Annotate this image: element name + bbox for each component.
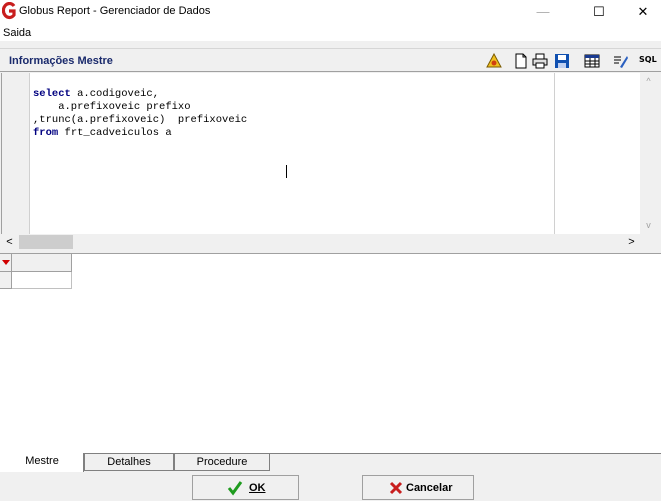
keyword: select xyxy=(33,88,71,100)
sql-code[interactable]: select a.codigoveic, a.prefixoveic prefi… xyxy=(33,75,247,140)
close-button[interactable]: ✕ xyxy=(620,0,661,24)
title-bar: Globus Report - Gerenciador de Dados — ☐… xyxy=(0,0,661,24)
ok-label: OK xyxy=(249,482,266,494)
keyword: from xyxy=(33,127,59,139)
scroll-right-icon[interactable]: > xyxy=(623,234,640,251)
run-query-icon[interactable] xyxy=(486,53,502,69)
check-icon xyxy=(227,481,243,496)
editor-side-panel xyxy=(554,73,640,234)
code-line-3: ,trunc(a.prefixoveic) prefixoveic xyxy=(33,114,247,127)
tab-mestre[interactable]: Mestre xyxy=(0,453,84,472)
sql-icon[interactable]: SQL xyxy=(639,55,659,71)
scroll-left-icon[interactable]: < xyxy=(1,234,18,251)
maximize-button[interactable]: ☐ xyxy=(576,0,622,24)
cancel-button[interactable]: Cancelar xyxy=(362,475,474,500)
print-icon[interactable] xyxy=(532,53,548,69)
text-cursor xyxy=(286,165,287,178)
panel-header: Informações Mestre SQL xyxy=(0,48,661,72)
bottom-tabs: Mestre Detalhes Procedure xyxy=(0,453,661,472)
cancel-label: Cancelar xyxy=(406,482,453,494)
ok-button[interactable]: OK xyxy=(192,475,299,500)
save-icon[interactable] xyxy=(554,53,570,69)
tab-detalhes[interactable]: Detalhes xyxy=(84,454,174,471)
code-line-2: a.prefixoveic prefixo xyxy=(33,101,247,114)
code-text: ,trunc(a.prefixoveic) prefixoveic xyxy=(33,114,248,126)
code-text: a.codigoveic, xyxy=(70,88,160,100)
window-title: Globus Report - Gerenciador de Dados xyxy=(19,5,211,17)
minimize-button[interactable]: — xyxy=(520,0,566,24)
code-line-1: select a.codigoveic, xyxy=(33,88,247,101)
grid-row-indicator[interactable] xyxy=(0,272,12,289)
horizontal-scrollbar[interactable]: < > xyxy=(1,234,640,251)
scroll-up-icon[interactable]: ^ xyxy=(640,73,657,90)
code-line-4: from frt_cadveiculos a xyxy=(33,127,247,140)
editor-gutter xyxy=(2,73,30,234)
grid-column-header[interactable] xyxy=(12,254,72,272)
grid-view-icon[interactable] xyxy=(584,53,600,69)
vertical-scrollbar[interactable]: ^ v xyxy=(640,73,657,234)
sort-indicator-icon xyxy=(2,260,10,265)
grid-indicator-header[interactable] xyxy=(0,254,12,272)
menu-item-saida[interactable]: Saida xyxy=(3,27,31,39)
panel-title: Informações Mestre xyxy=(9,55,113,67)
code-text: a.prefixoveic prefixo xyxy=(33,101,191,113)
scroll-thumb[interactable] xyxy=(19,235,73,249)
grid-cell[interactable] xyxy=(12,272,72,289)
new-document-icon[interactable] xyxy=(513,53,529,69)
code-text: frt_cadveiculos a xyxy=(58,127,172,139)
scroll-corner xyxy=(640,234,657,251)
globus-logo-icon xyxy=(2,2,16,20)
tab-procedure[interactable]: Procedure xyxy=(174,454,270,471)
cancel-x-icon xyxy=(389,481,403,495)
menu-bar: Saida xyxy=(0,24,661,41)
result-grid[interactable] xyxy=(0,253,661,453)
scroll-down-icon[interactable]: v xyxy=(640,217,657,234)
edit-icon[interactable] xyxy=(613,53,629,69)
